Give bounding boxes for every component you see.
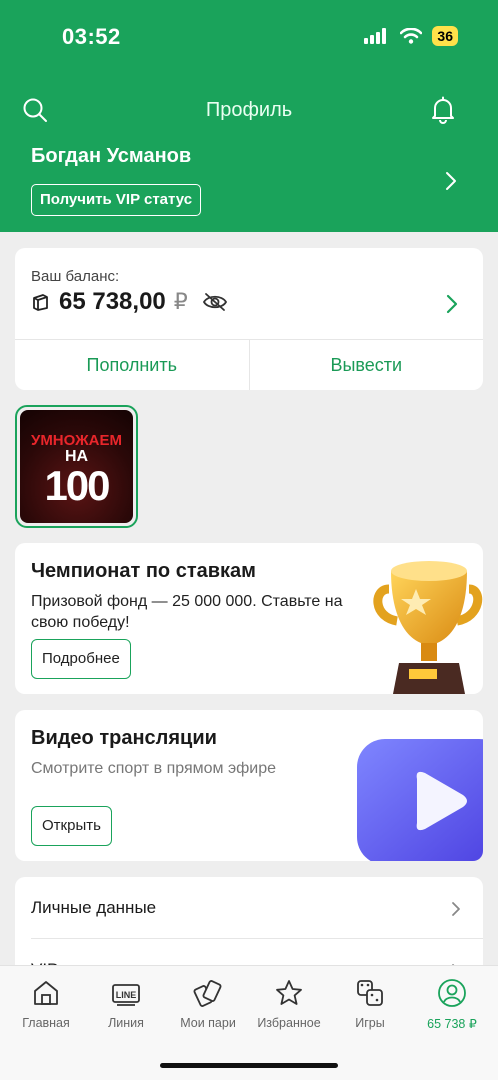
status-time: 03:52 <box>62 24 121 49</box>
balance-row[interactable]: 65 738,00 ₽ <box>31 288 228 316</box>
battery-indicator: 36 <box>432 26 458 46</box>
eye-off-icon[interactable] <box>202 292 228 312</box>
championship-title: Чемпионат по ставкам <box>31 560 256 582</box>
tab-label: Мои пари <box>180 1016 236 1030</box>
tab-profile[interactable]: 65 738 ₽ <box>412 978 492 1031</box>
chevron-right-icon[interactable] <box>445 293 459 315</box>
wifi-icon <box>400 28 423 44</box>
details-button[interactable]: Подробнее <box>31 639 131 679</box>
championship-description: Призовой фонд — 25 000 000. Ставьте на с… <box>31 593 343 631</box>
open-button[interactable]: Открыть <box>31 806 112 846</box>
trophy-icon <box>373 561 483 694</box>
dice-icon <box>357 980 383 1006</box>
play-icon <box>357 739 483 861</box>
chevron-right-icon[interactable] <box>444 170 458 192</box>
home-icon <box>34 981 58 1005</box>
tab-games[interactable]: Игры <box>330 978 410 1030</box>
tab-label: 65 738 ₽ <box>427 1017 477 1031</box>
tab-label: Главная <box>22 1016 70 1030</box>
tab-my-bets[interactable]: Мои пари <box>168 978 248 1030</box>
tickets-icon <box>193 980 222 1007</box>
wallet-icon <box>33 294 48 311</box>
line-icon: LINE <box>112 984 140 1006</box>
video-description: Смотрите спорт в прямом эфире <box>31 760 277 777</box>
tab-favorites[interactable]: Избранное <box>249 978 329 1030</box>
signal-icon <box>364 28 387 44</box>
video-title: Видео трансляции <box>31 727 217 749</box>
balance-label: Ваш баланс: <box>31 268 120 285</box>
svg-text:LINE: LINE <box>116 990 137 1000</box>
tab-line[interactable]: LINE Линия <box>86 978 166 1030</box>
promo-text-line1: УМНОЖАЕМ <box>30 432 123 449</box>
balance-actions: Пополнить Вывести <box>15 339 483 390</box>
profile-header: 03:52 36 Профиль Богдан Усманов Получить… <box>0 0 498 232</box>
chevron-right-icon <box>451 877 461 939</box>
championship-card[interactable]: Чемпионат по ставкам Призовой фонд — 25 … <box>15 543 483 694</box>
home-indicator <box>160 1063 338 1068</box>
balance-value: 65 738,00 <box>59 288 166 315</box>
user-name[interactable]: Богдан Усманов <box>31 145 191 168</box>
profile-icon <box>438 979 466 1007</box>
menu-item-personal-data[interactable]: Личные данные <box>15 877 483 939</box>
deposit-button[interactable]: Пополнить <box>15 340 250 390</box>
promo-story-image: УМНОЖАЕМ НА 100 <box>20 410 133 523</box>
balance-currency: ₽ <box>173 289 188 314</box>
tab-label: Игры <box>355 1016 385 1030</box>
promo-story[interactable]: УМНОЖАЕМ НА 100 <box>15 405 138 528</box>
get-vip-button[interactable]: Получить VIP статус <box>31 184 202 216</box>
bell-icon[interactable] <box>430 96 456 124</box>
status-icons: 36 <box>364 26 458 46</box>
tab-label: Линия <box>108 1016 144 1030</box>
balance-card: Ваш баланс: 65 738,00 ₽ Пополнить Вывест… <box>15 248 483 390</box>
page-title: Профиль <box>205 99 293 121</box>
video-streams-card[interactable]: Видео трансляции Смотрите спорт в прямом… <box>15 710 483 861</box>
promo-text-line3: 100 <box>44 462 110 509</box>
tab-home[interactable]: Главная <box>6 978 86 1030</box>
star-icon <box>276 980 302 1005</box>
withdraw-button[interactable]: Вывести <box>250 340 484 390</box>
tab-label: Избранное <box>257 1016 321 1030</box>
menu-item-label: Личные данные <box>31 898 157 917</box>
